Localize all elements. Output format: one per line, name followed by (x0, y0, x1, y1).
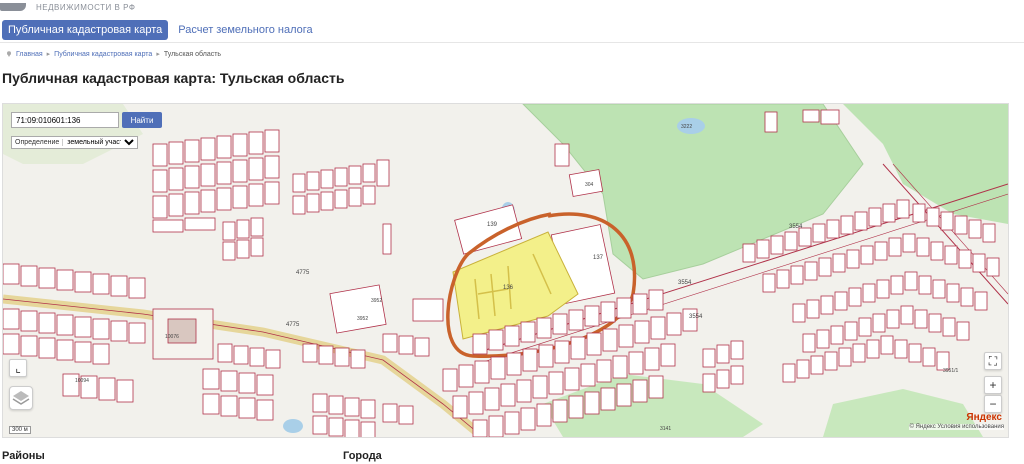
plots-southwest (62, 368, 414, 437)
definition-selector: Определение земельный участок (11, 136, 139, 149)
section-districts: Районы (2, 450, 45, 462)
map-canvas[interactable]: 136 139 137 3222 304 4775 4775 3554 3554… (3, 104, 1008, 437)
section-cities: Города (343, 450, 382, 462)
map-copyright[interactable]: © Яндекс Условия использования (909, 424, 1004, 430)
cadastral-map[interactable]: 136 139 137 3222 304 4775 4775 3554 3554… (2, 103, 1009, 438)
find-button[interactable]: Найти (122, 112, 162, 128)
plot-label-mid-left: 4775 (296, 270, 310, 276)
plot-label-near-road: 3952 (371, 298, 382, 304)
plot-label-bottom-left: 10094 (75, 378, 89, 384)
definition-select[interactable]: земельный участок (63, 137, 138, 148)
definition-label: Определение (12, 139, 64, 146)
fullscreen-icon[interactable]: ⛶ (984, 352, 1002, 370)
top-nav: Публичная кадастровая карта Расчет земел… (2, 20, 313, 40)
plot-label-north: 139 (487, 222, 498, 228)
plot-label-factory: 10076 (165, 334, 179, 340)
breadcrumb: Главная ▸ Публичная кадастровая карта ▸ … (6, 50, 221, 58)
map-scale: 300 м (9, 426, 31, 434)
cadastral-number-input[interactable] (11, 112, 119, 128)
plot-label-east: 137 (593, 255, 604, 261)
plot-label-lake: 3222 (681, 124, 692, 130)
plot-label-north-small: 304 (585, 182, 594, 188)
plot-label-right-bottom: 3951/1 (943, 368, 959, 374)
plot-label-east-field: 3554 (789, 224, 803, 230)
breadcrumb-separator: ▸ (156, 51, 160, 58)
forest-north-right (843, 104, 1008, 224)
yandex-logo: Яндекс (966, 412, 1002, 423)
plots-northwest (152, 129, 392, 261)
map-search: Найти (11, 112, 162, 128)
site-logo[interactable]: НЕДВИЖИМОСТИ В РФ (0, 0, 135, 14)
page-title: Публичная кадастровая карта: Тульская об… (2, 70, 345, 86)
plot-label-far-east: 3554 (689, 314, 703, 320)
plot-label-target: 136 (503, 285, 514, 291)
tab-land-tax[interactable]: Расчет земельного налога (178, 24, 312, 36)
zoom-in-button[interactable]: + (984, 376, 1002, 394)
breadcrumb-home[interactable]: Главная (16, 51, 43, 58)
zoom-out-button[interactable]: − (984, 395, 1002, 413)
breadcrumb-separator: ▸ (46, 51, 51, 58)
logo-icon (0, 3, 26, 11)
plot-label-near-road-2: 3952 (357, 316, 368, 322)
tab-cadastral-map[interactable]: Публичная кадастровая карта (2, 20, 169, 40)
nav-divider (0, 42, 1024, 43)
plot-label-east-field-2: 3554 (678, 280, 692, 286)
breadcrumb-section[interactable]: Публичная кадастровая карта (54, 51, 152, 58)
plot-label-mid-left-2: 4775 (286, 322, 300, 328)
pond-bottom (283, 419, 303, 433)
logo-text: НЕДВИЖИМОСТИ В РФ (36, 2, 136, 12)
breadcrumb-current: Тульская область (163, 50, 222, 58)
location-pin-icon (7, 51, 11, 57)
ruler-icon[interactable]: ⌞ (9, 359, 27, 377)
plot-label-bottom-right: 3141 (660, 426, 671, 432)
layers-icon[interactable] (9, 386, 33, 410)
